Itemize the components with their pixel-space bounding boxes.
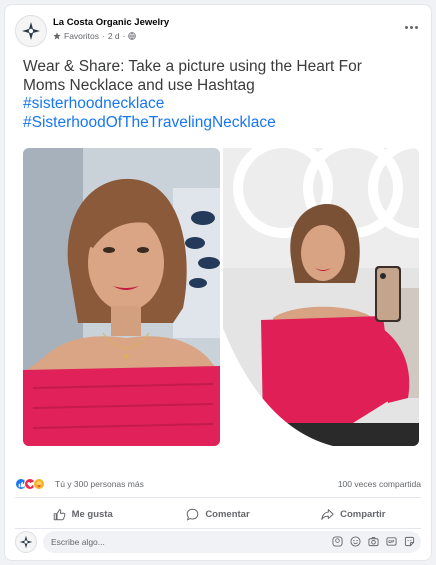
dot-icon	[409, 25, 413, 29]
sticker-icon[interactable]	[403, 535, 415, 547]
post-card: La Costa Organic Jewelry Favoritos · 2 d…	[4, 4, 432, 561]
more-options-button[interactable]	[401, 19, 421, 35]
emoji-icon[interactable]	[349, 535, 361, 547]
thumbs-up-icon	[53, 508, 65, 520]
photo-mirror-selfie[interactable]	[223, 148, 419, 446]
globe-icon	[128, 32, 137, 40]
share-icon	[321, 508, 334, 520]
comment-placeholder: Escribe algo...	[51, 537, 105, 547]
comment-label: Comentar	[205, 508, 250, 520]
reaction-icons[interactable]	[15, 478, 45, 490]
photo-gallery	[23, 148, 419, 446]
comment-button[interactable]: Comentar	[150, 501, 285, 527]
mirror-selfie-photo-image	[223, 148, 419, 446]
camera-icon[interactable]	[367, 535, 379, 547]
like-button[interactable]: Me gusta	[15, 501, 150, 527]
dot-icon	[414, 25, 418, 29]
photo-selfie[interactable]	[23, 148, 220, 446]
comment-input[interactable]: Escribe algo...	[43, 531, 421, 553]
post-time[interactable]: 2 d	[108, 31, 120, 41]
post-meta: Favoritos · 2 d ·	[53, 31, 137, 41]
page-name[interactable]: La Costa Organic Jewelry	[53, 17, 169, 28]
gif-icon[interactable]	[385, 535, 397, 547]
reactions-bar: Tú y 300 personas más 100 veces comparti…	[15, 477, 421, 493]
reactions-count[interactable]: Tú y 300 personas más	[55, 479, 144, 489]
care-icon	[33, 478, 45, 490]
hashtag-link[interactable]: #sisterhoodnecklace	[23, 95, 423, 114]
brand-logo-icon	[19, 535, 33, 549]
page-avatar[interactable]	[15, 15, 47, 47]
comment-tools	[331, 535, 415, 547]
meta-separator: ·	[122, 31, 126, 41]
audience-label[interactable]: Favoritos	[64, 31, 99, 41]
like-label: Me gusta	[71, 508, 113, 520]
brand-logo-icon	[22, 22, 40, 40]
selfie-photo-image	[23, 148, 220, 446]
comment-composer: Escribe algo...	[15, 529, 421, 555]
post-text-line: Moms Necklace and use Hashtag	[23, 76, 255, 94]
post-text: Wear & Share: Take a picture using the H…	[23, 58, 423, 132]
action-bar: Me gusta Comentar Compartir	[15, 501, 421, 527]
post-header: La Costa Organic Jewelry Favoritos · 2 d…	[15, 15, 421, 47]
share-button[interactable]: Compartir	[286, 501, 421, 527]
user-avatar[interactable]	[15, 531, 37, 553]
star-icon	[53, 32, 61, 40]
post-text-line: Wear & Share: Take a picture using the H…	[23, 58, 362, 75]
comment-icon	[187, 508, 199, 521]
hashtag-link[interactable]: #SisterhoodOfTheTravelingNecklace	[23, 114, 423, 133]
dot-icon	[404, 25, 408, 29]
shares-count[interactable]: 100 veces compartida	[338, 479, 421, 489]
divider	[15, 497, 421, 498]
avatar-sticker-icon[interactable]	[331, 535, 343, 547]
meta-separator: ·	[101, 31, 105, 41]
share-label: Compartir	[340, 508, 386, 520]
